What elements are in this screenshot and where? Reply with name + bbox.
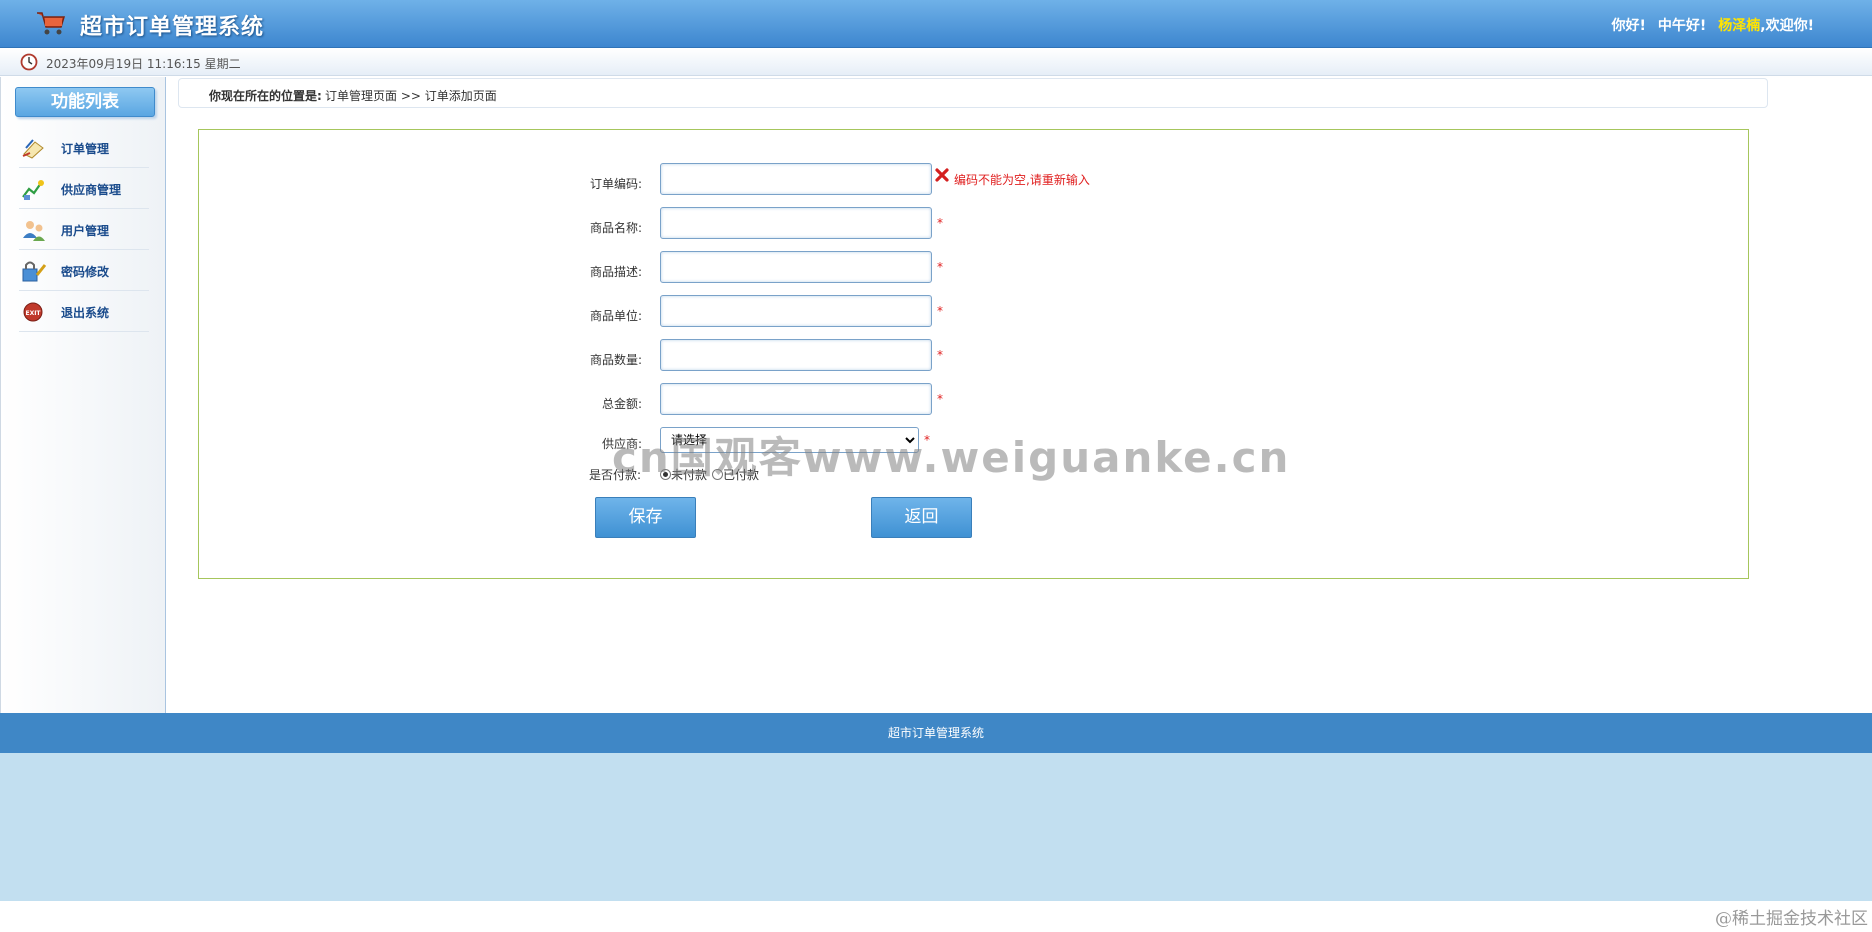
- users-icon: [23, 221, 45, 241]
- product-count-input[interactable]: [660, 339, 932, 371]
- greeting-noon: 中午好!: [1657, 18, 1707, 34]
- form-row-product-desc: 商品描述: *: [199, 251, 1748, 287]
- sidebar-item-label: 订单管理: [61, 142, 110, 156]
- order-icon: [22, 139, 44, 159]
- order-code-error: 编码不能为空,请重新输入: [954, 173, 1090, 187]
- required-mark: *: [937, 216, 943, 230]
- form-row-product-unit: 商品单位: *: [199, 295, 1748, 331]
- sidebar: 功能列表 订单管理 供应商管理 用户管理 密码修改 EXIT 退出系统: [0, 77, 166, 713]
- source-credit: @稀土掘金技术社区: [1715, 909, 1868, 929]
- sidebar-item-label: 密码修改: [61, 265, 110, 279]
- sidebar-item-orders[interactable]: 订单管理: [19, 127, 149, 168]
- clock-icon: [20, 53, 38, 71]
- breadcrumb: 你现在所在的位置是: 订单管理页面 >> 订单添加页面: [178, 78, 1768, 108]
- product-desc-label: 商品描述:: [589, 265, 642, 279]
- sidebar-item-users[interactable]: 用户管理: [19, 209, 149, 250]
- sidebar-menu: 订单管理 供应商管理 用户管理 密码修改 EXIT 退出系统: [19, 127, 149, 332]
- form-row-order-code: 订单编码: 编码不能为空,请重新输入: [199, 163, 1748, 199]
- supplier-icon: [22, 180, 44, 200]
- required-mark: *: [937, 392, 943, 406]
- form-row-total-amount: 总金额: *: [199, 383, 1748, 419]
- date-bar: 2023年09月19日 11:16:15 星期二: [0, 48, 1872, 76]
- order-add-form: 订单编码: 编码不能为空,请重新输入 商品名称: * 商品描述: * 商品单位:…: [198, 129, 1749, 579]
- svg-text:EXIT: EXIT: [25, 310, 41, 317]
- sidebar-item-password[interactable]: 密码修改: [19, 250, 149, 291]
- breadcrumb-label: 你现在所在的位置是:: [209, 89, 322, 103]
- sidebar-item-suppliers[interactable]: 供应商管理: [19, 168, 149, 209]
- breadcrumb-path: 订单管理页面 >> 订单添加页面: [325, 89, 497, 103]
- bottom-area: [0, 753, 1872, 901]
- app-title: 超市订单管理系统: [80, 15, 265, 40]
- required-mark: *: [937, 304, 943, 318]
- welcome-text: ,欢迎你!: [1760, 18, 1814, 34]
- lock-key-icon: [22, 261, 47, 282]
- watermark: cn国观客www.weiguanke.cn: [612, 433, 1291, 482]
- required-mark: *: [937, 348, 943, 362]
- product-desc-input[interactable]: [660, 251, 932, 283]
- product-count-label: 商品数量:: [589, 353, 642, 367]
- form-row-product-count: 商品数量: *: [199, 339, 1748, 375]
- product-name-label: 商品名称:: [589, 221, 642, 235]
- current-datetime: 2023年09月19日 11:16:15 星期二: [46, 57, 241, 71]
- required-mark: *: [937, 260, 943, 274]
- greeting-hello: 你好!: [1611, 18, 1646, 34]
- sidebar-title: 功能列表: [15, 87, 155, 117]
- sidebar-item-logout[interactable]: EXIT 退出系统: [19, 291, 149, 332]
- order-code-label: 订单编码:: [589, 177, 642, 191]
- product-name-input[interactable]: [660, 207, 932, 239]
- user-greeting: 你好! 中午好! 杨泽楠,欢迎你!: [1612, 15, 1814, 35]
- form-row-product-name: 商品名称: *: [199, 207, 1748, 243]
- shopping-cart-icon: [37, 12, 66, 35]
- order-code-input[interactable]: [660, 163, 932, 195]
- save-button[interactable]: 保存: [595, 497, 696, 538]
- sidebar-item-label: 退出系统: [61, 306, 110, 320]
- back-button[interactable]: 返回: [871, 497, 972, 538]
- total-amount-input[interactable]: [660, 383, 932, 415]
- page-footer: 超市订单管理系统: [0, 713, 1872, 753]
- product-unit-input[interactable]: [660, 295, 932, 327]
- app-header: 超市订单管理系统 你好! 中午好! 杨泽楠,欢迎你!: [0, 0, 1872, 48]
- product-unit-label: 商品单位:: [589, 309, 642, 323]
- total-amount-label: 总金额:: [601, 397, 642, 411]
- error-x-icon: [935, 168, 949, 182]
- exit-icon: EXIT: [23, 302, 43, 322]
- sidebar-item-label: 用户管理: [61, 224, 110, 238]
- sidebar-item-label: 供应商管理: [61, 183, 122, 197]
- username: 杨泽楠: [1718, 18, 1761, 34]
